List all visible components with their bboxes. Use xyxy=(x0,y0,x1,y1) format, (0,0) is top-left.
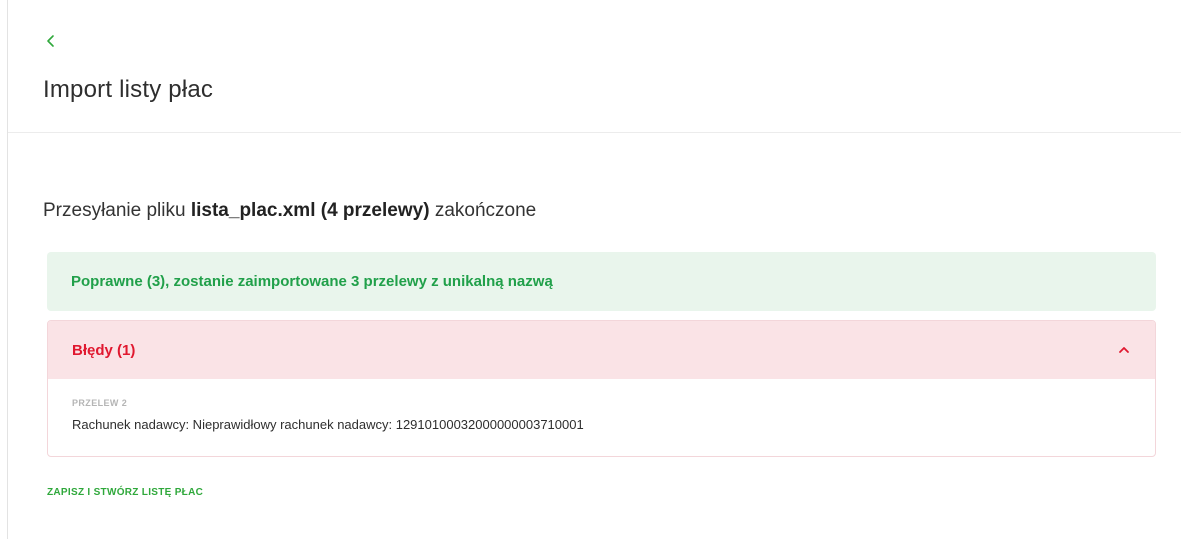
success-summary: Poprawne (3), zostanie zaimportowane 3 p… xyxy=(47,252,1156,311)
error-item-message: Rachunek nadawcy: Nieprawidłowy rachunek… xyxy=(72,417,584,432)
errors-title: Błędy (1) xyxy=(72,341,136,359)
back-button[interactable] xyxy=(42,30,60,52)
errors-panel: Błędy (1) PRZELEW 2 Rachunek nadawcy: Ni… xyxy=(47,320,1156,457)
error-item-label: PRZELEW 2 xyxy=(72,398,128,408)
save-and-create-payroll-button[interactable]: ZAPISZ I STWÓRZ LISTĘ PŁAC xyxy=(47,487,203,498)
page-title: Import listy płac xyxy=(43,76,214,103)
upload-status-suffix: zakończone xyxy=(434,200,537,221)
upload-status-prefix: Przesyłanie pliku xyxy=(43,200,186,221)
success-summary-text: Poprawne (3), zostanie zaimportowane 3 p… xyxy=(71,273,553,290)
chevron-left-icon xyxy=(47,35,54,47)
page-header: Import listy płac xyxy=(8,0,1181,133)
errors-panel-toggle[interactable]: Błędy (1) xyxy=(48,321,1155,379)
chevron-up-icon[interactable] xyxy=(1117,343,1131,357)
upload-filename: lista_plac.xml (4 przelewy) xyxy=(190,200,430,221)
error-item: PRZELEW 2 Rachunek nadawcy: Nieprawidłow… xyxy=(48,379,1155,432)
upload-status: Przesyłanie pliku lista_plac.xml (4 prze… xyxy=(43,200,536,222)
